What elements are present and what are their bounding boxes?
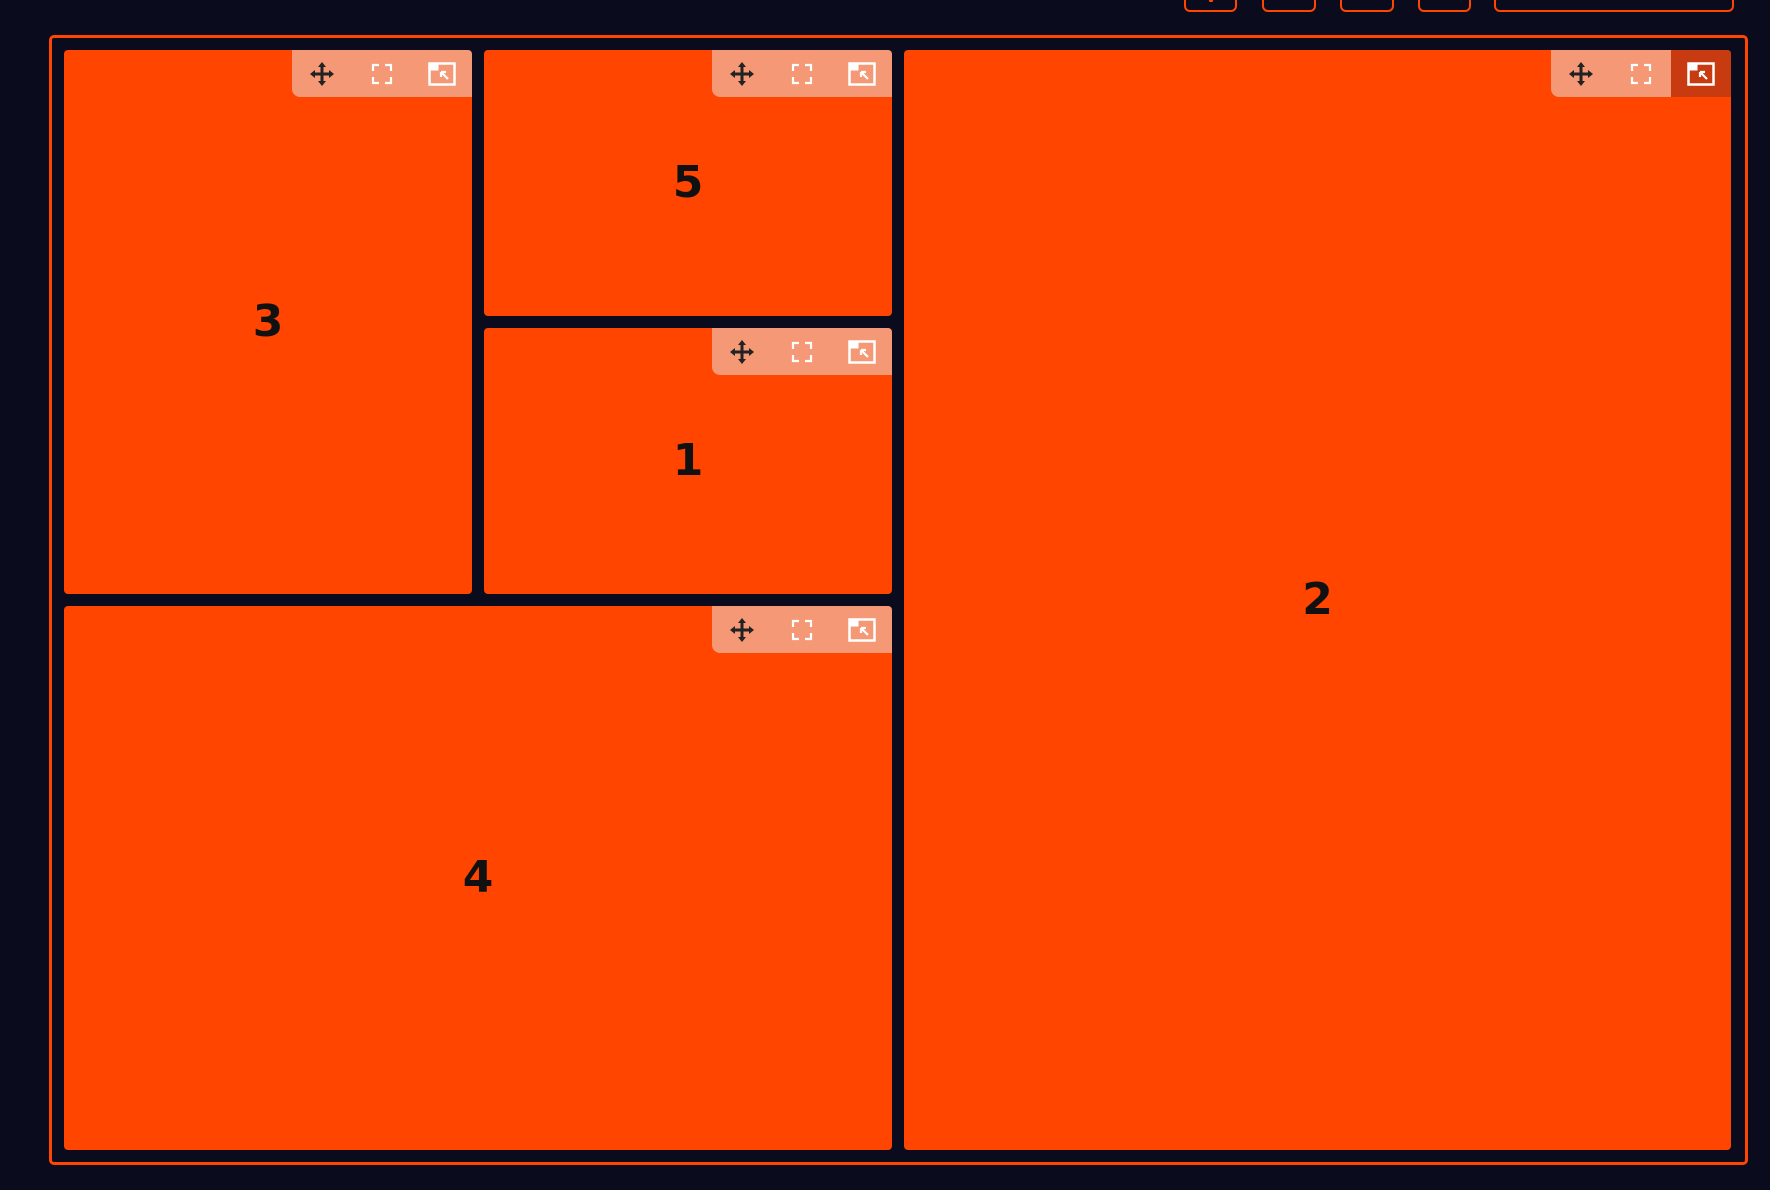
panel-5[interactable]: 5 [484, 50, 892, 316]
panel-toolbar [1551, 50, 1731, 97]
panel-toolbar [712, 50, 892, 97]
move-button[interactable] [712, 606, 772, 653]
move-button[interactable] [292, 50, 352, 97]
move-icon [728, 338, 756, 366]
toolbar-button-2[interactable] [1262, 0, 1316, 12]
toolbar-button-3[interactable] [1340, 0, 1394, 12]
fullscreen-button[interactable] [772, 328, 832, 375]
panel-label: 1 [672, 435, 704, 486]
fullscreen-icon [791, 341, 813, 363]
panel-label: 2 [1302, 574, 1333, 625]
fullscreen-button[interactable] [772, 50, 832, 97]
panel-label: 5 [672, 157, 704, 208]
popout-icon [848, 61, 876, 86]
toolbar-button-1-icon [1208, 0, 1213, 2]
panel-3[interactable]: 3 [64, 50, 472, 594]
toolbar-button-1[interactable] [1184, 0, 1237, 12]
panel-toolbar [712, 328, 892, 375]
popout-button[interactable] [832, 328, 892, 375]
panel-toolbar [712, 606, 892, 653]
move-button[interactable] [712, 50, 772, 97]
panel-label: 3 [252, 296, 284, 347]
fullscreen-icon [791, 63, 813, 85]
move-icon [728, 616, 756, 644]
popout-button[interactable] [832, 606, 892, 653]
popout-button[interactable] [1671, 50, 1731, 97]
move-icon [308, 60, 336, 88]
panel-2[interactable]: 2 [904, 50, 1731, 1150]
panel-label: 4 [462, 852, 494, 903]
popout-icon [848, 617, 876, 642]
fullscreen-icon [371, 63, 393, 85]
move-button[interactable] [1551, 50, 1611, 97]
move-button[interactable] [712, 328, 772, 375]
panel-4[interactable]: 4 [64, 606, 892, 1150]
popout-icon [848, 339, 876, 364]
fullscreen-button[interactable] [352, 50, 412, 97]
move-icon [1567, 60, 1595, 88]
popout-icon [1687, 61, 1715, 86]
popout-button[interactable] [832, 50, 892, 97]
popout-icon [428, 61, 456, 86]
move-icon [728, 60, 756, 88]
fullscreen-button[interactable] [772, 606, 832, 653]
fullscreen-icon [1630, 63, 1652, 85]
fullscreen-button[interactable] [1611, 50, 1671, 97]
toolbar-input[interactable] [1494, 0, 1734, 12]
panel-1[interactable]: 1 [484, 328, 892, 594]
panel-toolbar [292, 50, 472, 97]
fullscreen-icon [791, 619, 813, 641]
toolbar-button-4[interactable] [1418, 0, 1471, 12]
popout-button[interactable] [412, 50, 472, 97]
